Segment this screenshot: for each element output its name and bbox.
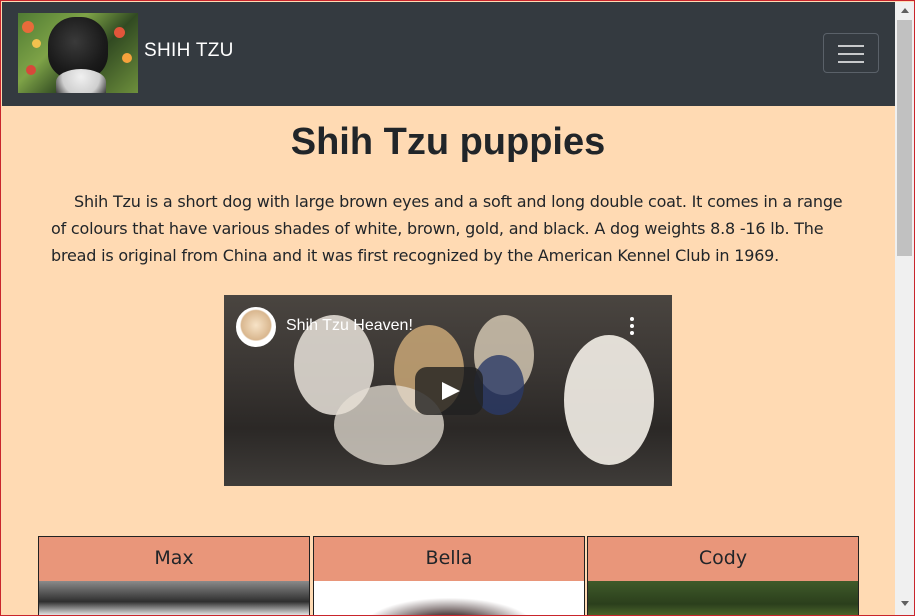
puppy-card-cody[interactable]: Cody bbox=[587, 536, 859, 615]
card-title: Max bbox=[154, 547, 194, 569]
navbar-toggler-button[interactable] bbox=[823, 33, 879, 73]
play-button[interactable] bbox=[415, 367, 483, 415]
page-scrollbar[interactable] bbox=[895, 2, 914, 615]
scroll-down-arrow-icon[interactable] bbox=[895, 596, 914, 613]
puppy-photo bbox=[39, 581, 309, 615]
channel-avatar[interactable] bbox=[236, 307, 276, 347]
puppy-card-bella[interactable]: Bella bbox=[313, 536, 585, 615]
puppy-photo bbox=[314, 581, 584, 615]
more-options-icon[interactable] bbox=[629, 317, 635, 337]
browser-viewport: SHIH TZU Shih Tzu puppies Shih Tzu is a … bbox=[0, 0, 915, 616]
brand-title-link[interactable]: SHIH TZU bbox=[144, 40, 234, 62]
card-title: Cody bbox=[698, 547, 748, 569]
card-title: Bella bbox=[425, 547, 473, 569]
page-title: Shih Tzu puppies bbox=[290, 121, 606, 163]
video-player[interactable]: Shih Tzu Heaven! bbox=[224, 295, 672, 486]
hamburger-icon bbox=[838, 45, 864, 47]
brand-logo-image[interactable] bbox=[18, 13, 138, 93]
video-title[interactable]: Shih Tzu Heaven! bbox=[286, 317, 413, 335]
scroll-up-arrow-icon[interactable] bbox=[895, 2, 914, 19]
navbar: SHIH TZU bbox=[2, 2, 895, 106]
scroll-thumb[interactable] bbox=[897, 20, 912, 256]
puppy-card-max[interactable]: Max bbox=[38, 536, 310, 615]
intro-paragraph: Shih Tzu is a short dog with large brown… bbox=[51, 192, 843, 265]
puppy-photo bbox=[588, 581, 858, 615]
